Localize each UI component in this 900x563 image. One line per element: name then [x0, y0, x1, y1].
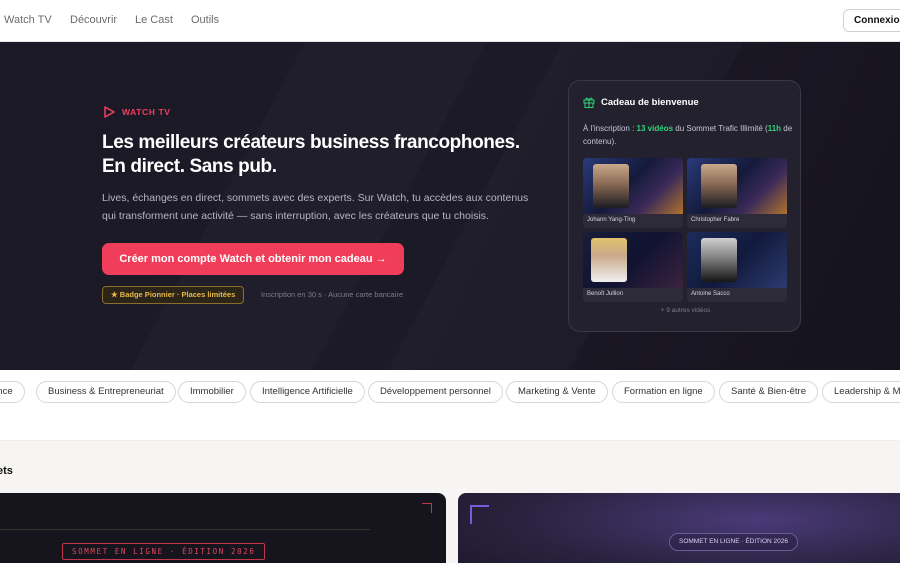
- video-image: [583, 232, 683, 288]
- gift-desc-hours: 11h: [767, 124, 782, 133]
- hero-section: WATCH TV Les meilleurs créateurs busines…: [0, 42, 900, 370]
- category-chip[interactable]: Intelligence Artificielle: [250, 381, 365, 403]
- gift-desc-prefix: À l'inscription :: [583, 124, 637, 133]
- category-chip[interactable]: Santé & Bien-être: [719, 381, 818, 403]
- summit-card[interactable]: SOMMET EN LIGNE · ÉDITION 2026: [0, 493, 446, 563]
- summit-card[interactable]: SOMMET EN LIGNE · ÉDITION 2026: [458, 493, 900, 563]
- gift-title-label: Cadeau de bienvenue: [601, 96, 699, 108]
- corner-decor: [470, 505, 489, 524]
- video-thumbnail[interactable]: Christopher Fabre: [687, 158, 787, 228]
- video-image: [687, 158, 787, 214]
- pioneer-badge: ★ Badge Pionnier · Places limitées: [102, 286, 245, 304]
- summit-tag: SOMMET EN LIGNE · ÉDITION 2026: [62, 543, 266, 560]
- nav-item-decouvrir[interactable]: Découvrir: [70, 14, 117, 26]
- welcome-gift-card: Cadeau de bienvenue À l'inscription : 13…: [568, 80, 801, 332]
- hero-lead: Lives, échanges en direct, sommets avec …: [102, 192, 529, 222]
- gift-desc-count: 13 vidéos: [636, 124, 674, 133]
- video-image: [687, 232, 787, 288]
- category-chip[interactable]: Leadership & Ma: [822, 381, 900, 403]
- hero-eyebrow: WATCH TV: [103, 106, 171, 118]
- video-thumbnail[interactable]: Antoine Sacco: [687, 232, 787, 302]
- speaker-photo: [701, 164, 737, 208]
- hero-title: Les meilleurs créateurs business francop…: [102, 131, 542, 179]
- video-image: [583, 158, 683, 214]
- nav-item-watch-tv[interactable]: Watch TV: [4, 14, 52, 26]
- hero-title-line1: Les meilleurs créateurs business francop…: [102, 132, 520, 153]
- play-icon: [104, 106, 115, 118]
- summit-tag: SOMMET EN LIGNE · ÉDITION 2026: [669, 533, 798, 551]
- gift-title: Cadeau de bienvenue: [583, 96, 699, 108]
- signup-note: Inscription en 30 s · Aucune carte banca…: [261, 290, 404, 299]
- category-chip[interactable]: ance: [0, 381, 25, 403]
- video-speaker-name: Johann Yang-Ting: [583, 214, 683, 228]
- category-chip[interactable]: Immobilier: [178, 381, 246, 403]
- category-chips-row: ance Business & Entrepreneuriat Immobili…: [0, 370, 900, 440]
- more-videos-label: + 9 autres vidéos: [660, 307, 711, 314]
- gift-icon: [583, 97, 595, 108]
- summits-section: ets SOMMET EN LIGNE · ÉDITION 2026 SOMME…: [0, 440, 900, 563]
- video-speaker-name: Christopher Fabre: [687, 214, 787, 228]
- speaker-photo: [593, 164, 629, 208]
- card-divider: [0, 529, 370, 530]
- video-speaker-name: Antoine Sacco: [687, 288, 787, 302]
- nav-item-outils[interactable]: Outils: [191, 14, 219, 26]
- category-chip[interactable]: Business & Entrepreneuriat: [36, 381, 176, 403]
- login-button[interactable]: Connexion: [843, 9, 900, 32]
- gift-description: À l'inscription : 13 vidéos du Sommet Tr…: [583, 122, 795, 148]
- nav-item-le-cast[interactable]: Le Cast: [135, 14, 173, 26]
- video-thumbnail[interactable]: Benoît Jullion: [583, 232, 683, 302]
- video-thumbnail[interactable]: Johann Yang-Ting: [583, 158, 683, 228]
- gift-desc-mid: du Sommet Trafic Illimité (: [673, 124, 768, 133]
- corner-decor: [422, 503, 432, 513]
- section-title: ets: [0, 465, 13, 477]
- create-account-button[interactable]: Créer mon compte Watch et obtenir mon ca…: [102, 243, 404, 275]
- video-speaker-name: Benoît Jullion: [583, 288, 683, 302]
- speaker-photo: [701, 238, 737, 282]
- category-chip[interactable]: Formation en ligne: [612, 381, 715, 403]
- speaker-photo: [591, 238, 627, 282]
- category-chip[interactable]: Marketing & Vente: [506, 381, 608, 403]
- hero-title-line2: En direct. Sans pub.: [102, 156, 277, 177]
- eyebrow-label: WATCH TV: [122, 107, 171, 117]
- top-nav: Watch TV Découvrir Le Cast Outils Connex…: [0, 0, 900, 42]
- category-chip[interactable]: Développement personnel: [368, 381, 503, 403]
